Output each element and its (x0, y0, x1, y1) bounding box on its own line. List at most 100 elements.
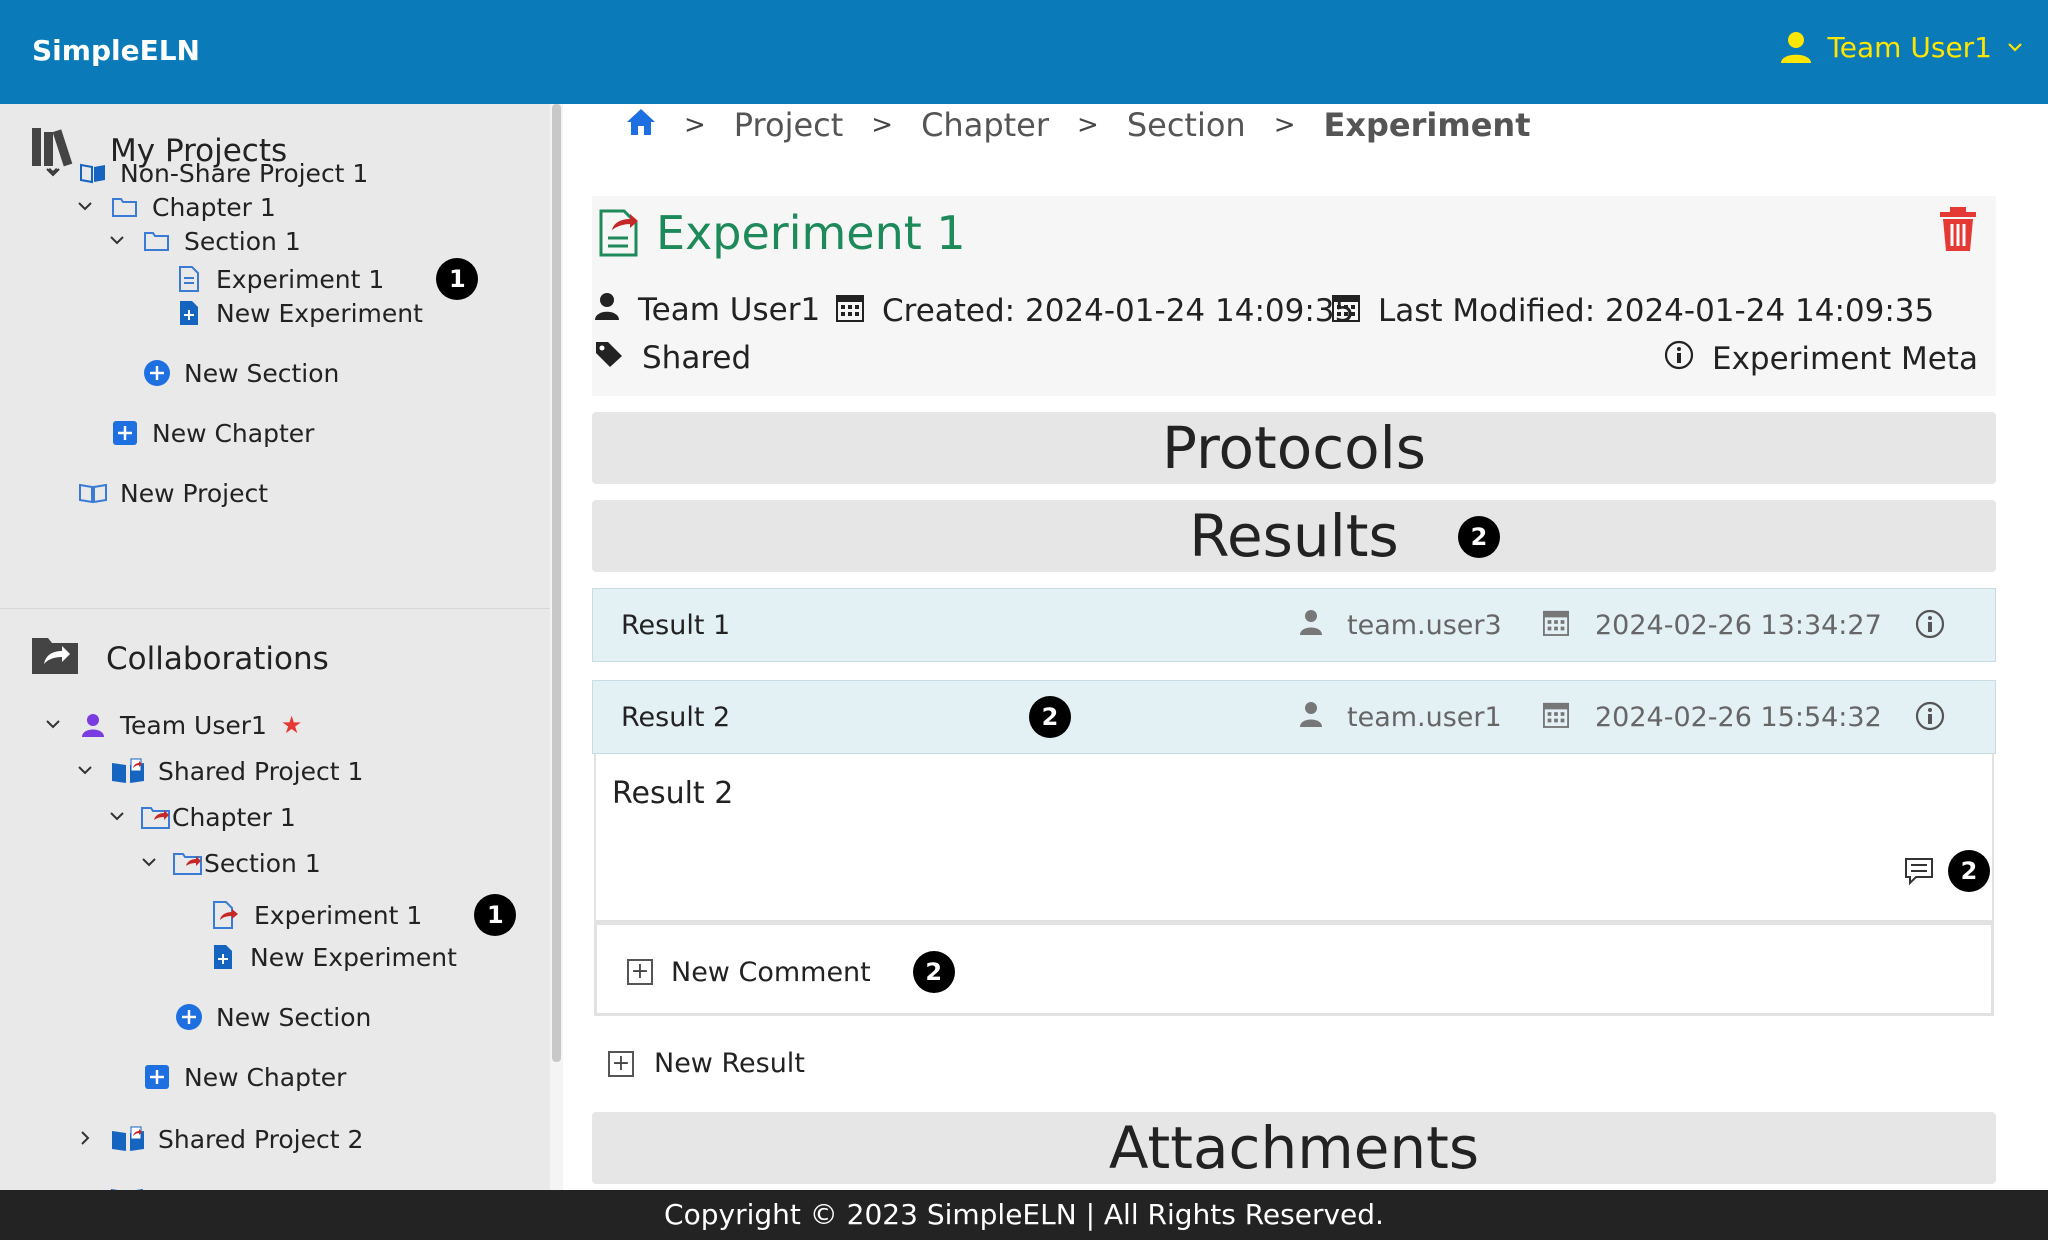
sidebar-item-label: Chapter 1 (152, 192, 276, 222)
new-comment-button[interactable]: + New Comment 2 (627, 951, 955, 993)
star-icon: ★ (280, 711, 303, 739)
sidebar-item-shared-new-experiment[interactable]: New Experiment (208, 942, 457, 972)
new-document-icon (208, 942, 238, 972)
chevron-down-icon (2006, 38, 2024, 56)
trash-icon[interactable] (1938, 206, 1978, 256)
calendar-icon (1543, 608, 1569, 643)
book-open-icon (78, 158, 108, 188)
breadcrumb-separator: > (684, 110, 706, 140)
result-user: team.user3 (1299, 609, 1502, 642)
tag-icon (594, 340, 642, 376)
new-document-icon (174, 298, 204, 328)
sidebar-item-label: Section 1 (184, 226, 301, 256)
plus-square-icon (110, 418, 140, 448)
sidebar-item-section-1[interactable]: Section 1 (102, 226, 301, 256)
annotation-badge: 2 (912, 951, 955, 993)
chevron-down-icon[interactable] (102, 805, 132, 829)
chevron-down-icon[interactable] (102, 229, 132, 253)
shared-book-icon (110, 756, 146, 786)
protocols-section-header[interactable]: Protocols (592, 412, 1996, 484)
sidebar-item-shared-project-1[interactable]: Shared Project 1 (70, 756, 363, 786)
user-icon (1779, 30, 1813, 64)
result-name: Result 2 (621, 701, 731, 733)
sidebar-item-label: Experiment 1 (254, 900, 423, 930)
sidebar-item-experiment-1[interactable]: Experiment 1 1 (174, 258, 479, 300)
plus-square-icon: + (608, 1050, 634, 1077)
user-icon (1299, 609, 1323, 642)
sidebar-item-new-experiment[interactable]: New Experiment (174, 298, 423, 328)
info-icon[interactable] (1915, 701, 1945, 738)
plus-square-icon (142, 1062, 172, 1092)
sidebar-item-shared-experiment-1[interactable]: Experiment 1 1 (208, 894, 517, 936)
experiment-created: Created: 2024-01-24 14:09:35 (882, 293, 1355, 329)
home-icon[interactable] (626, 106, 656, 144)
breadcrumb-separator: > (1273, 110, 1296, 140)
chevron-down-icon[interactable] (38, 161, 68, 185)
shared-book-icon (110, 1124, 146, 1154)
chevron-down-icon[interactable] (70, 195, 100, 219)
calendar-icon (1332, 292, 1378, 330)
breadcrumb-section[interactable]: Section (1127, 106, 1246, 144)
attachments-section-header[interactable]: Attachments (592, 1112, 1996, 1184)
result-date: 2024-02-26 15:54:32 (1543, 700, 1882, 735)
sidebar-item-new-chapter[interactable]: New Chapter (110, 418, 314, 448)
chevron-right-icon[interactable] (70, 1127, 100, 1151)
sidebar: My Projects ⌄ Non-Share Project 1 Chapte… (0, 104, 560, 1190)
new-comment-panel: + New Comment 2 (594, 922, 1994, 1016)
breadcrumb-project[interactable]: Project (734, 106, 843, 144)
user-menu[interactable]: Team User1 (1779, 30, 2024, 64)
sidebar-item-label: Section 1 (204, 848, 321, 878)
collaborations-header: Collaborations (30, 634, 329, 684)
result-user: team.user1 (1299, 701, 1502, 734)
chevron-down-icon[interactable] (38, 713, 68, 737)
experiment-meta-link[interactable]: Experiment Meta (1664, 340, 1978, 378)
sidebar-item-new-section[interactable]: New Section (142, 358, 339, 388)
comment-icon[interactable] (1904, 856, 1934, 890)
results-section-header[interactable]: Results 2 (592, 500, 1996, 572)
chevron-down-icon[interactable] (70, 759, 100, 783)
sidebar-item-shared-project-2[interactable]: Shared Project 2 (70, 1124, 363, 1154)
sidebar-item-label: New Project (120, 478, 269, 508)
annotation-badge: 2 (1029, 696, 1071, 738)
annotation-badge: 2 (1458, 516, 1500, 558)
sidebar-item-chapter-1[interactable]: Chapter 1 (70, 192, 276, 222)
result-date: 2024-02-26 13:34:27 (1543, 608, 1882, 643)
info-icon[interactable] (1915, 609, 1945, 646)
sidebar-item-team-user1[interactable]: Team User1 ★ (38, 710, 302, 740)
experiment-tag[interactable]: Shared (642, 340, 751, 376)
sidebar-scrollbar[interactable] (552, 104, 561, 1062)
result-row[interactable]: Result 1 team.user3 2024-02-26 13:34:27 (592, 588, 1996, 662)
main-content: > Project > Chapter > Section > Experime… (570, 104, 2048, 1190)
experiment-modified: Last Modified: 2024-01-24 14:09:35 (1378, 293, 1935, 329)
result-content[interactable]: Result 2 (612, 776, 733, 811)
result-content-panel: Result 2 2 (594, 754, 1994, 922)
chevron-down-icon[interactable] (134, 851, 164, 875)
sidebar-item-shared-new-chapter[interactable]: New Chapter (142, 1062, 346, 1092)
breadcrumb-separator: > (1077, 110, 1099, 140)
sidebar-item-shared-new-section[interactable]: New Section (174, 1002, 371, 1032)
sidebar-item-label: New Experiment (250, 942, 457, 972)
folder-open-icon (110, 192, 140, 222)
folder-open-icon (142, 226, 172, 256)
new-result-button[interactable]: + New Result (608, 1048, 805, 1079)
sidebar-item-nonshare-project-1[interactable]: Non-Share Project 1 (38, 158, 368, 188)
annotation-badge: 1 (474, 894, 517, 936)
shared-folder-icon (172, 848, 204, 878)
sidebar-item-label: Chapter 1 (172, 802, 296, 832)
brand-logo[interactable]: SimpleELN (32, 34, 200, 67)
user-icon (1299, 701, 1323, 734)
breadcrumb-chapter[interactable]: Chapter (921, 106, 1049, 144)
sidebar-item-label: New Section (184, 358, 340, 388)
result-name: Result 1 (621, 609, 731, 641)
user-icon (78, 710, 108, 740)
sidebar-item-shared-section-1[interactable]: Section 1 (134, 848, 321, 878)
shared-book-icon (110, 1180, 144, 1190)
result-row[interactable]: Result 2 2 team.user1 2024-02-26 15:54:3… (592, 680, 1996, 754)
sidebar-item-label: New Chapter (184, 1062, 347, 1092)
footer: Copyright © 2023 SimpleELN | All Rights … (0, 1190, 2048, 1240)
top-navbar: SimpleELN Team User1 (0, 0, 2048, 104)
book-icon (78, 478, 108, 508)
sidebar-item-new-project[interactable]: New Project (78, 478, 268, 508)
sidebar-item-shared-chapter-1[interactable]: Chapter 1 (102, 802, 296, 832)
experiment-header-card: Experiment 1 Team User1 Created: 2024-01… (592, 196, 1996, 396)
